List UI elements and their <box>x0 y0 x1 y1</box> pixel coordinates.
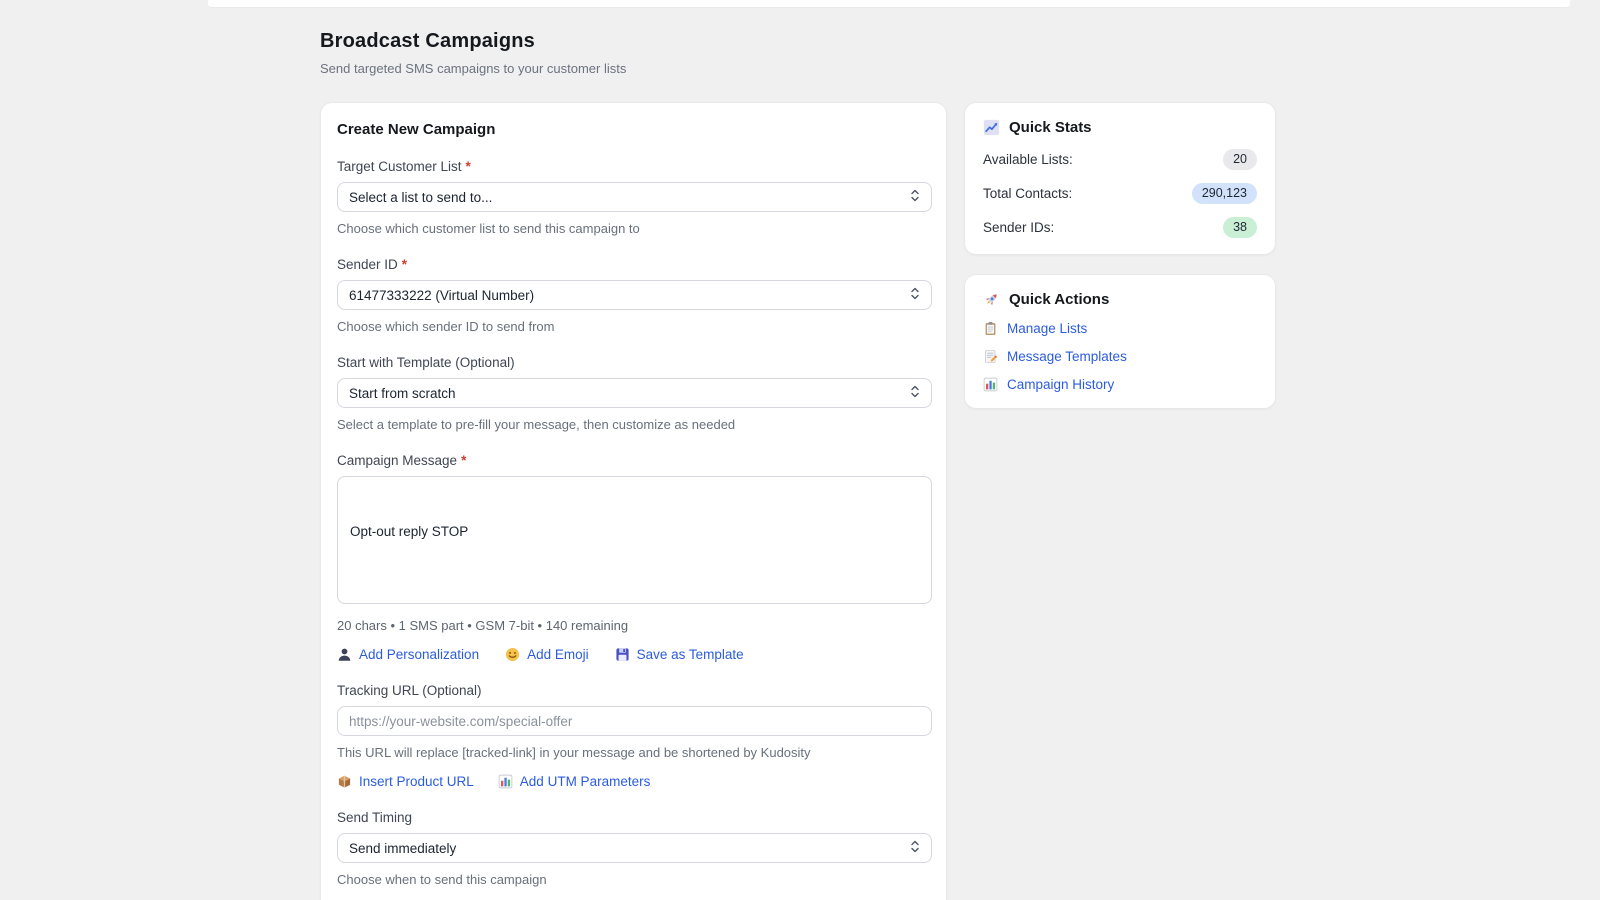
sender-id-select[interactable]: 61477333222 (Virtual Number) <box>337 280 932 310</box>
field-target-customer-list: Target Customer List * Select a list to … <box>337 159 930 236</box>
field-helper: Choose which customer list to send this … <box>337 221 930 236</box>
main-content: Broadcast Campaigns Send targeted SMS ca… <box>320 30 1280 900</box>
add-personalization-link[interactable]: Add Personalization <box>337 647 479 662</box>
field-campaign-message: Campaign Message * Opt-out reply STOP 20… <box>337 453 930 662</box>
sidebar: Quick Stats Available Lists: 20 Total Co… <box>964 102 1276 409</box>
rocket-icon <box>983 291 1000 308</box>
send-timing-select[interactable]: Send immediately <box>337 833 932 863</box>
template-select[interactable]: Start from scratch <box>337 378 932 408</box>
message-templates-link[interactable]: Message Templates <box>983 349 1257 364</box>
person-icon <box>337 647 352 662</box>
chevron-up-down-icon <box>910 384 920 402</box>
add-emoji-link[interactable]: Add Emoji <box>505 647 589 662</box>
quick-stats-title: Quick Stats <box>1009 119 1092 136</box>
field-sender-id: Sender ID * 61477333222 (Virtual Number)… <box>337 257 930 334</box>
package-icon <box>337 774 352 789</box>
tool-link-label: Add Personalization <box>359 647 479 662</box>
field-label: Target Customer List * <box>337 159 930 174</box>
save-as-template-link[interactable]: Save as Template <box>615 647 744 662</box>
field-label: Sender ID * <box>337 257 930 272</box>
tool-link-label: Save as Template <box>637 647 744 662</box>
field-label: Send Timing <box>337 810 930 825</box>
action-link-label: Campaign History <box>1007 377 1114 392</box>
stat-badge: 20 <box>1223 149 1257 170</box>
field-label: Start with Template (Optional) <box>337 355 930 370</box>
field-label: Tracking URL (Optional) <box>337 683 930 698</box>
target-list-select[interactable]: Select a list to send to... <box>337 182 932 212</box>
page-subtitle: Send targeted SMS campaigns to your cust… <box>320 61 1280 76</box>
quick-stats-header: Quick Stats <box>983 119 1257 136</box>
tool-link-label: Add UTM Parameters <box>520 774 651 789</box>
tool-link-label: Add Emoji <box>527 647 589 662</box>
stat-label: Sender IDs: <box>983 220 1054 235</box>
quick-stats-card: Quick Stats Available Lists: 20 Total Co… <box>964 102 1276 255</box>
required-asterisk: * <box>461 453 466 468</box>
insert-product-url-link[interactable]: Insert Product URL <box>337 774 474 789</box>
stat-row-total-contacts: Total Contacts: 290,123 <box>983 183 1257 204</box>
field-label: Campaign Message * <box>337 453 930 468</box>
chevron-up-down-icon <box>910 286 920 304</box>
select-value: Send immediately <box>349 841 456 856</box>
memo-icon <box>983 349 998 364</box>
stat-label: Available Lists: <box>983 152 1073 167</box>
field-label-text: Sender ID <box>337 257 398 272</box>
create-campaign-card: Create New Campaign Target Customer List… <box>320 102 947 900</box>
quick-actions-title: Quick Actions <box>1009 291 1109 308</box>
quick-actions-header: Quick Actions <box>983 291 1257 308</box>
clipboard-icon <box>983 321 998 336</box>
stat-badge: 290,123 <box>1192 183 1257 204</box>
field-label-text: Tracking URL (Optional) <box>337 683 482 698</box>
chevron-up-down-icon <box>910 188 920 206</box>
stat-badge: 38 <box>1223 217 1257 238</box>
quick-actions-card: Quick Actions Manage Lists Message Templ… <box>964 274 1276 409</box>
action-link-label: Message Templates <box>1007 349 1127 364</box>
field-helper: This URL will replace [tracked-link] in … <box>337 745 930 760</box>
message-toolbar: Add Personalization Add Emoji Save as Te… <box>337 647 930 662</box>
sms-counter: 20 chars • 1 SMS part • GSM 7-bit • 140 … <box>337 618 930 633</box>
select-value: Select a list to send to... <box>349 190 492 205</box>
card-title: Create New Campaign <box>337 121 930 138</box>
field-helper: Choose which sender ID to send from <box>337 319 930 334</box>
action-link-label: Manage Lists <box>1007 321 1087 336</box>
field-send-timing: Send Timing Send immediately Choose when… <box>337 810 930 887</box>
stat-label: Total Contacts: <box>983 186 1072 201</box>
stat-row-sender-ids: Sender IDs: 38 <box>983 217 1257 238</box>
field-tracking-url: Tracking URL (Optional) This URL will re… <box>337 683 930 789</box>
field-start-with-template: Start with Template (Optional) Start fro… <box>337 355 930 432</box>
url-toolbar: Insert Product URL Add UTM Parameters <box>337 774 930 789</box>
smiley-icon <box>505 647 520 662</box>
page-title: Broadcast Campaigns <box>320 30 1280 53</box>
field-helper: Select a template to pre-fill your messa… <box>337 417 930 432</box>
add-utm-parameters-link[interactable]: Add UTM Parameters <box>498 774 651 789</box>
tracking-url-input[interactable] <box>337 706 932 736</box>
campaign-message-textarea[interactable]: Opt-out reply STOP <box>337 476 932 604</box>
field-label-text: Send Timing <box>337 810 412 825</box>
campaign-history-link[interactable]: Campaign History <box>983 377 1257 392</box>
select-value: 61477333222 (Virtual Number) <box>349 288 534 303</box>
select-value: Start from scratch <box>349 386 456 401</box>
stat-row-available-lists: Available Lists: 20 <box>983 149 1257 170</box>
top-panel-edge <box>208 0 1570 7</box>
bar-chart-icon <box>498 774 513 789</box>
bar-chart-icon <box>983 377 998 392</box>
field-label-text: Start with Template (Optional) <box>337 355 515 370</box>
chart-increasing-icon <box>983 119 1000 136</box>
required-asterisk: * <box>466 159 471 174</box>
required-asterisk: * <box>402 257 407 272</box>
tool-link-label: Insert Product URL <box>359 774 474 789</box>
field-label-text: Campaign Message <box>337 453 457 468</box>
floppy-disk-icon <box>615 647 630 662</box>
field-label-text: Target Customer List <box>337 159 462 174</box>
chevron-up-down-icon <box>910 839 920 857</box>
field-helper: Choose when to send this campaign <box>337 872 930 887</box>
manage-lists-link[interactable]: Manage Lists <box>983 321 1257 336</box>
